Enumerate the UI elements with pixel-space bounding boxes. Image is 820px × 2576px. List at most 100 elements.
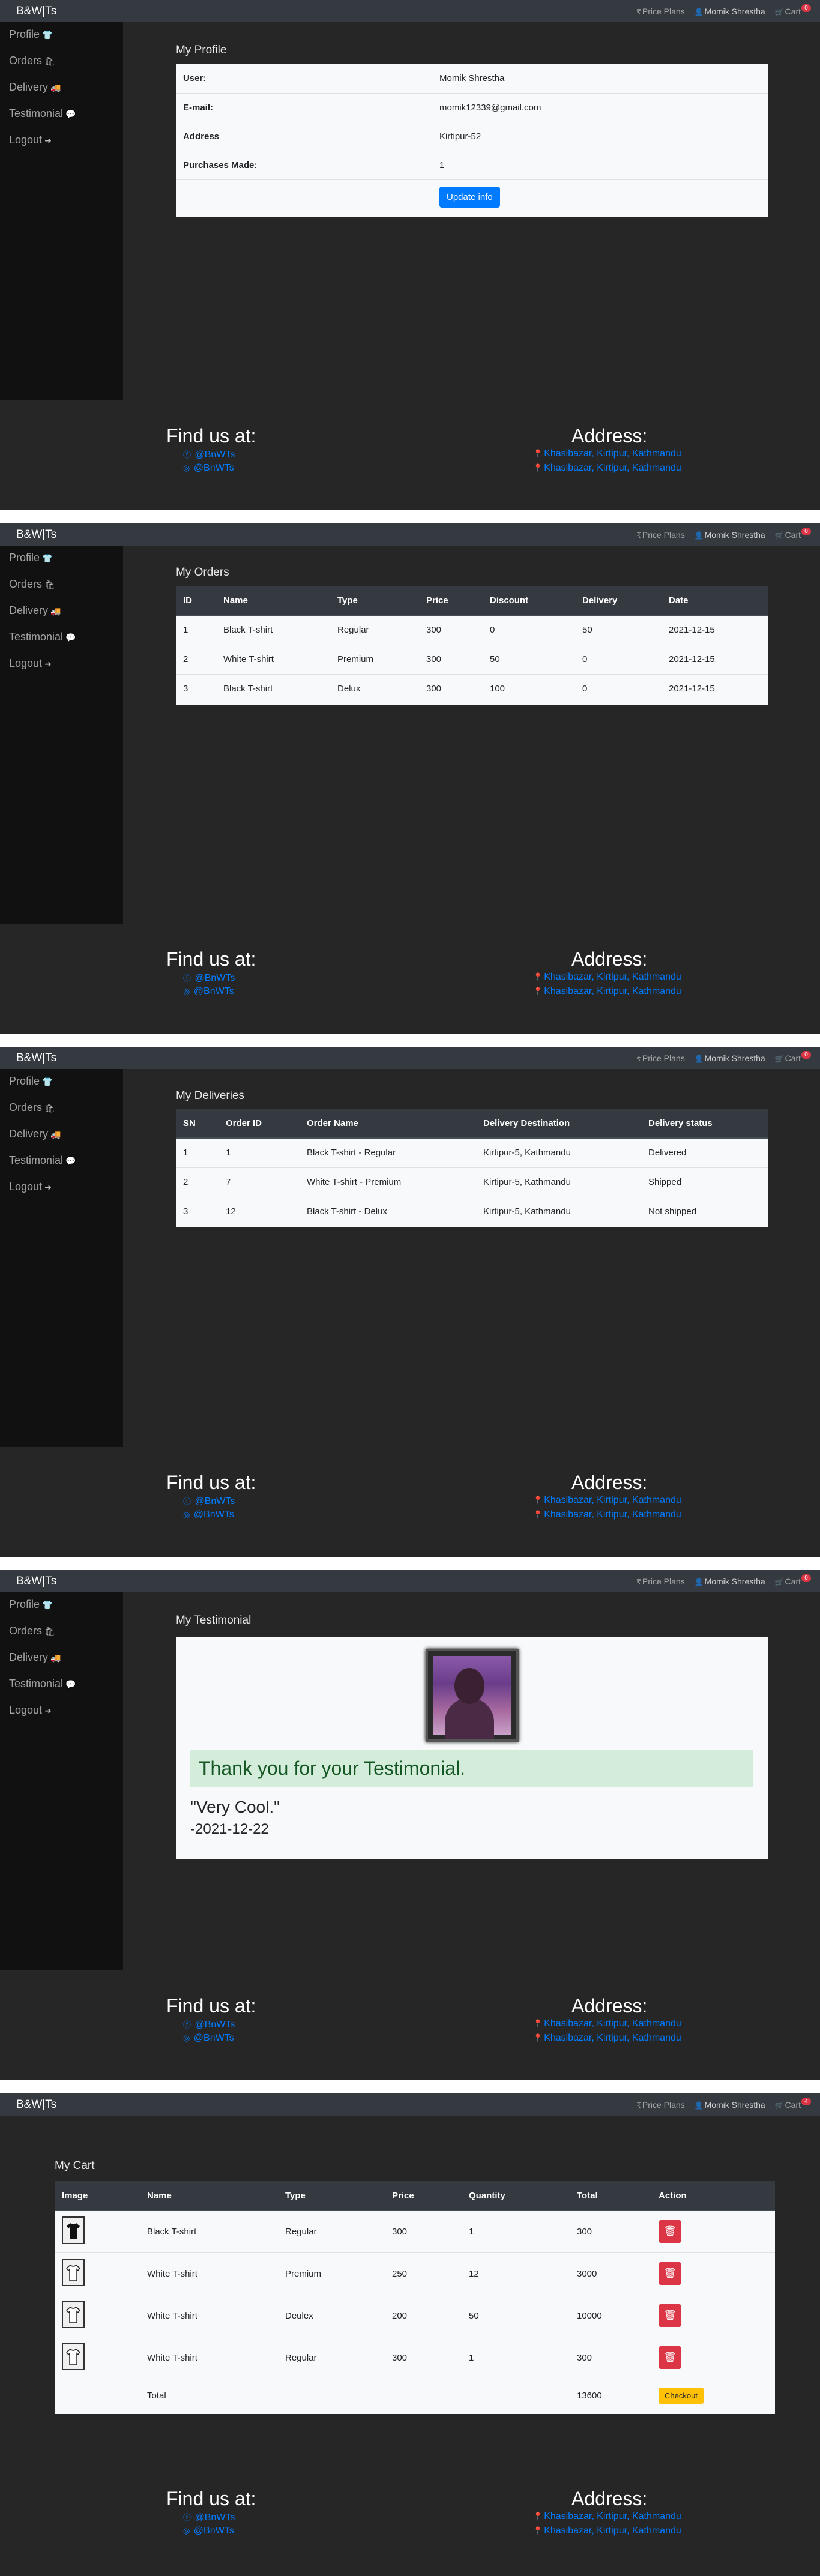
sidebar-item-profile[interactable]: Profile 👕 xyxy=(0,1598,123,1624)
table-row: 1 1 Black T-shirt - Regular Kirtipur-5, Kat… xyxy=(176,1137,768,1167)
nav-user[interactable]: 👤 Momik Shrestha xyxy=(695,1053,765,1063)
nav-user[interactable]: 👤 Momik Shrestha xyxy=(695,530,765,540)
sidebar-item-profile[interactable]: Profile 👕 xyxy=(0,28,123,54)
instagram-link[interactable]: ◎ @BnWTs xyxy=(183,1509,234,1520)
sidebar-item-delivery[interactable]: Delivery 🚚 xyxy=(0,80,123,107)
table-row: E-mail: momik12339@gmail.com xyxy=(176,92,768,122)
address-heading: Address: xyxy=(571,425,648,447)
sidebar-item-logout[interactable]: Logout ➜ xyxy=(0,133,123,160)
sidebar-item-delivery[interactable]: Delivery 🚚 xyxy=(0,604,123,630)
checkout-button[interactable]: Checkout xyxy=(659,2387,704,2404)
table-row: White T-shirt Regular 300 1 300 🗑 xyxy=(55,2336,775,2379)
navbar: B&W|Ts ₹ Price Plans 👤 Momik Shrestha 🛒 Car… xyxy=(0,1570,820,1592)
sidebar-item-testimonial[interactable]: Testimonial 💬 xyxy=(0,1154,123,1180)
sidebar-item-testimonial[interactable]: Testimonial 💬 xyxy=(0,107,123,133)
sidebar: Profile 👕 Orders 🛍 Delivery 🚚 Testimonial 💬 … xyxy=(0,1069,123,1447)
sidebar-item-delivery[interactable]: Delivery 🚚 xyxy=(0,1127,123,1154)
cart-icon: 🛒 xyxy=(774,2101,784,2110)
logout-icon: ➜ xyxy=(44,1706,52,1715)
sidebar-item-logout[interactable]: Logout ➜ xyxy=(0,1180,123,1206)
orders-icon: 🛍 xyxy=(44,580,55,589)
address-link-2[interactable]: 📍 Khasibazar, Kirtipur, Kathmandu xyxy=(533,463,681,474)
facebook-link[interactable]: ⓕ @BnWTs xyxy=(183,972,235,984)
nav-price-plans[interactable]: ₹ Price Plans xyxy=(636,1577,684,1586)
address-link-2[interactable]: 📍 Khasibazar, Kirtipur, Kathmandu xyxy=(533,1509,681,1520)
cart-table: Image Name Type Price Quantity Total Act… xyxy=(55,2181,775,2412)
address-link-2[interactable]: 📍 Khasibazar, Kirtipur, Kathmandu xyxy=(533,2526,681,2536)
address-link-2[interactable]: 📍 Khasibazar, Kirtipur, Kathmandu xyxy=(533,2033,681,2044)
nav-cart[interactable]: 🛒 Cart 0 xyxy=(775,4,811,16)
brand-logo[interactable]: B&W|Ts xyxy=(16,2098,56,2111)
nav-price-plans[interactable]: ₹ Price Plans xyxy=(636,530,684,540)
sidebar-item-logout[interactable]: Logout ➜ xyxy=(0,657,123,683)
nav-user[interactable]: 👤 Momik Shrestha xyxy=(695,2100,765,2110)
facebook-link[interactable]: ⓕ @BnWTs xyxy=(183,2511,235,2523)
instagram-link[interactable]: ◎ @BnWTs xyxy=(183,2033,234,2044)
nav-user[interactable]: 👤 Momik Shrestha xyxy=(695,1577,765,1586)
product-thumbnail xyxy=(62,2301,85,2328)
footer: Find us at: Address: ⓕ @BnWTs ◎ @BnWTs 📍… xyxy=(0,2463,820,2575)
update-info-button[interactable]: Update info xyxy=(439,186,500,208)
delete-item-button[interactable]: 🗑 xyxy=(659,2220,681,2243)
sidebar-item-orders[interactable]: Orders 🛍 xyxy=(0,54,123,80)
sidebar-item-logout[interactable]: Logout ➜ xyxy=(0,1703,123,1730)
sidebar-item-profile[interactable]: Profile 👕 xyxy=(0,1074,123,1101)
nav-cart[interactable]: 🛒 Cart 0 xyxy=(775,1574,811,1586)
nav-price-plans[interactable]: ₹ Price Plans xyxy=(636,1053,684,1063)
cart-card: Image Name Type Price Quantity Total Act… xyxy=(55,2181,775,2414)
address-link-1[interactable]: 📍 Khasibazar, Kirtipur, Kathmandu xyxy=(533,2511,681,2522)
cart-badge: 0 xyxy=(801,528,811,535)
instagram-icon: ◎ xyxy=(183,463,190,472)
profile-photo xyxy=(426,1649,519,1742)
sidebar-item-testimonial[interactable]: Testimonial 💬 xyxy=(0,1677,123,1703)
address-link-1[interactable]: 📍 Khasibazar, Kirtipur, Kathmandu xyxy=(533,972,681,983)
delete-item-button[interactable]: 🗑 xyxy=(659,2304,681,2327)
delete-item-button[interactable]: 🗑 xyxy=(659,2262,681,2285)
brand-logo[interactable]: B&W|Ts xyxy=(16,5,56,18)
sidebar-item-orders[interactable]: Orders 🛍 xyxy=(0,1624,123,1651)
cart-icon: 🛒 xyxy=(774,1055,784,1063)
sidebar-item-orders[interactable]: Orders 🛍 xyxy=(0,1101,123,1127)
find-us-heading: Find us at: xyxy=(166,1472,256,1493)
testimonial-page: B&W|Ts ₹ Price Plans 👤 Momik Shrestha 🛒 Car… xyxy=(0,1570,820,2080)
facebook-link[interactable]: ⓕ @BnWTs xyxy=(183,448,235,460)
nav-user[interactable]: 👤 Momik Shrestha xyxy=(695,7,765,16)
nav-cart[interactable]: 🛒 Cart 4 xyxy=(774,2098,811,2110)
brand-logo[interactable]: B&W|Ts xyxy=(16,1575,56,1588)
sidebar-item-orders[interactable]: Orders 🛍 xyxy=(0,577,123,604)
table-row: 2 7 White T-shirt - Premium Kirtipur-5, Kat… xyxy=(176,1167,768,1197)
find-us-heading: Find us at: xyxy=(166,1995,256,2017)
brand-logo[interactable]: B&W|Ts xyxy=(16,528,56,541)
instagram-link[interactable]: ◎ @BnWTs xyxy=(183,2526,234,2536)
profile-table: User: Momik Shrestha E-mail: momik12339@gm… xyxy=(176,64,768,214)
facebook-link[interactable]: ⓕ @BnWTs xyxy=(183,1495,235,1507)
instagram-link[interactable]: ◎ @BnWTs xyxy=(183,986,234,997)
nav-price-plans[interactable]: ₹ Price Plans xyxy=(636,7,684,16)
map-pin-icon: 📍 xyxy=(533,463,543,472)
sidebar-item-testimonial[interactable]: Testimonial 💬 xyxy=(0,630,123,657)
comment-icon: 💬 xyxy=(65,633,76,642)
address-link-1[interactable]: 📍 Khasibazar, Kirtipur, Kathmandu xyxy=(533,1495,681,1506)
delete-item-button[interactable]: 🗑 xyxy=(659,2346,681,2369)
product-thumbnail xyxy=(62,2259,85,2286)
product-thumbnail xyxy=(62,2343,85,2370)
profile-card: User: Momik Shrestha E-mail: momik12339@gm… xyxy=(176,64,768,217)
nav-price-plans[interactable]: ₹ Price Plans xyxy=(636,2100,684,2110)
address-heading: Address: xyxy=(571,2488,648,2509)
sidebar-item-profile[interactable]: Profile 👕 xyxy=(0,551,123,577)
product-thumbnail xyxy=(62,2216,85,2245)
instagram-link[interactable]: ◎ @BnWTs xyxy=(183,463,234,474)
instagram-icon: ◎ xyxy=(183,2033,190,2042)
address-link-2[interactable]: 📍 Khasibazar, Kirtipur, Kathmandu xyxy=(533,986,681,997)
address-heading: Address: xyxy=(571,1472,648,1493)
nav-cart[interactable]: 🛒 Cart 0 xyxy=(775,528,811,540)
sidebar-item-delivery[interactable]: Delivery 🚚 xyxy=(0,1651,123,1677)
logout-icon: ➜ xyxy=(44,136,52,145)
nav-cart[interactable]: 🛒 Cart 0 xyxy=(774,1051,811,1063)
address-link-1[interactable]: 📍 Khasibazar, Kirtipur, Kathmandu xyxy=(533,448,681,459)
price-tag-icon: ₹ xyxy=(636,1578,641,1586)
facebook-link[interactable]: ⓕ @BnWTs xyxy=(183,2018,235,2030)
address-link-1[interactable]: 📍 Khasibazar, Kirtipur, Kathmandu xyxy=(533,2018,681,2029)
sidebar: Profile 👕 Orders 🛍 Delivery 🚚 Testimonial 💬 … xyxy=(0,22,123,400)
brand-logo[interactable]: B&W|Ts xyxy=(16,1052,56,1065)
